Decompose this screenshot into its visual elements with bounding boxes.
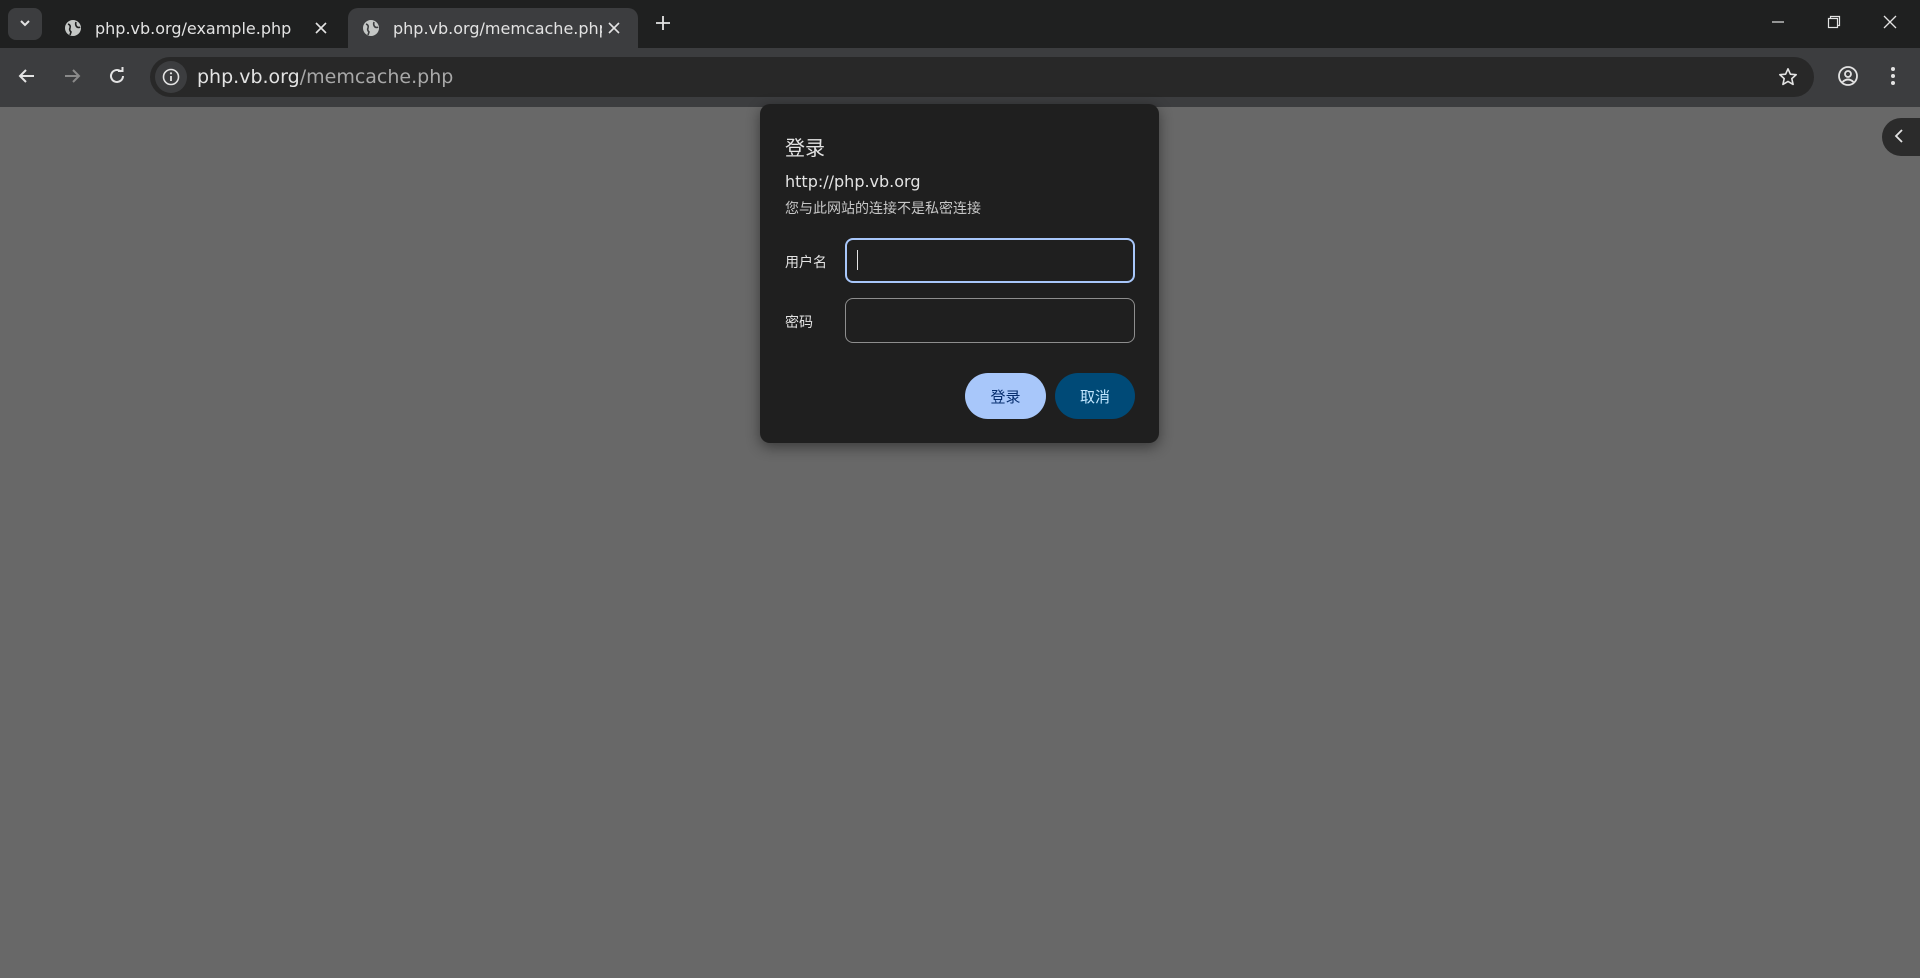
address-bar[interactable]: php.vb.org/memcache.php xyxy=(150,57,1814,97)
chevron-left-icon xyxy=(1894,128,1904,147)
browser-toolbar: php.vb.org/memcache.php xyxy=(0,48,1920,107)
password-label: 密码 xyxy=(785,315,813,331)
reload-button[interactable] xyxy=(101,62,133,94)
password-input[interactable] xyxy=(845,298,1135,343)
close-icon[interactable] xyxy=(309,16,333,40)
tab-example[interactable]: php.vb.org/example.php xyxy=(50,8,345,48)
globe-icon xyxy=(361,18,381,38)
back-button[interactable] xyxy=(11,62,43,94)
close-window-button[interactable] xyxy=(1862,0,1918,46)
star-icon[interactable] xyxy=(1772,61,1804,93)
plus-icon xyxy=(655,15,671,35)
url-host: php.vb.org xyxy=(197,66,300,88)
username-label: 用户名 xyxy=(785,255,827,271)
restore-button[interactable] xyxy=(1806,0,1862,46)
dialog-host: http://php.vb.org xyxy=(785,172,921,191)
info-icon[interactable] xyxy=(155,61,187,93)
arrow-left-icon xyxy=(18,67,36,89)
kebab-menu-icon xyxy=(1890,66,1896,90)
tab-title: php.vb.org/memcache.php xyxy=(393,18,602,38)
new-tab-button[interactable] xyxy=(650,12,676,38)
close-icon[interactable] xyxy=(602,16,626,40)
reload-icon xyxy=(108,67,126,89)
tab-strip: php.vb.org/example.php php.vb.org/memcac… xyxy=(0,0,1920,48)
tab-search-button[interactable] xyxy=(8,8,42,40)
minimize-icon xyxy=(1771,14,1785,33)
connection-warning: 您与此网站的连接不是私密连接 xyxy=(785,201,981,217)
dialog-title: 登录 xyxy=(785,136,825,160)
side-panel-toggle[interactable] xyxy=(1882,118,1920,156)
login-button[interactable]: 登录 xyxy=(965,373,1046,419)
restore-icon xyxy=(1827,14,1841,33)
login-dialog: 登录 http://php.vb.org 您与此网站的连接不是私密连接 用户名 … xyxy=(760,104,1159,443)
url-text: php.vb.org/memcache.php xyxy=(197,66,453,88)
tab-memcache[interactable]: php.vb.org/memcache.php xyxy=(348,8,638,48)
arrow-right-icon xyxy=(63,67,81,89)
username-input[interactable] xyxy=(845,238,1135,283)
cancel-button[interactable]: 取消 xyxy=(1055,373,1135,419)
account-circle-icon xyxy=(1837,65,1859,91)
tab-title: php.vb.org/example.php xyxy=(95,18,292,38)
close-icon xyxy=(1883,14,1897,33)
globe-icon xyxy=(63,18,83,38)
minimize-button[interactable] xyxy=(1750,0,1806,46)
menu-button[interactable] xyxy=(1877,62,1909,94)
forward-button[interactable] xyxy=(56,62,88,94)
text-caret xyxy=(857,250,858,270)
url-path: /memcache.php xyxy=(299,66,454,88)
profile-button[interactable] xyxy=(1832,62,1864,94)
chevron-down-icon xyxy=(18,15,32,34)
